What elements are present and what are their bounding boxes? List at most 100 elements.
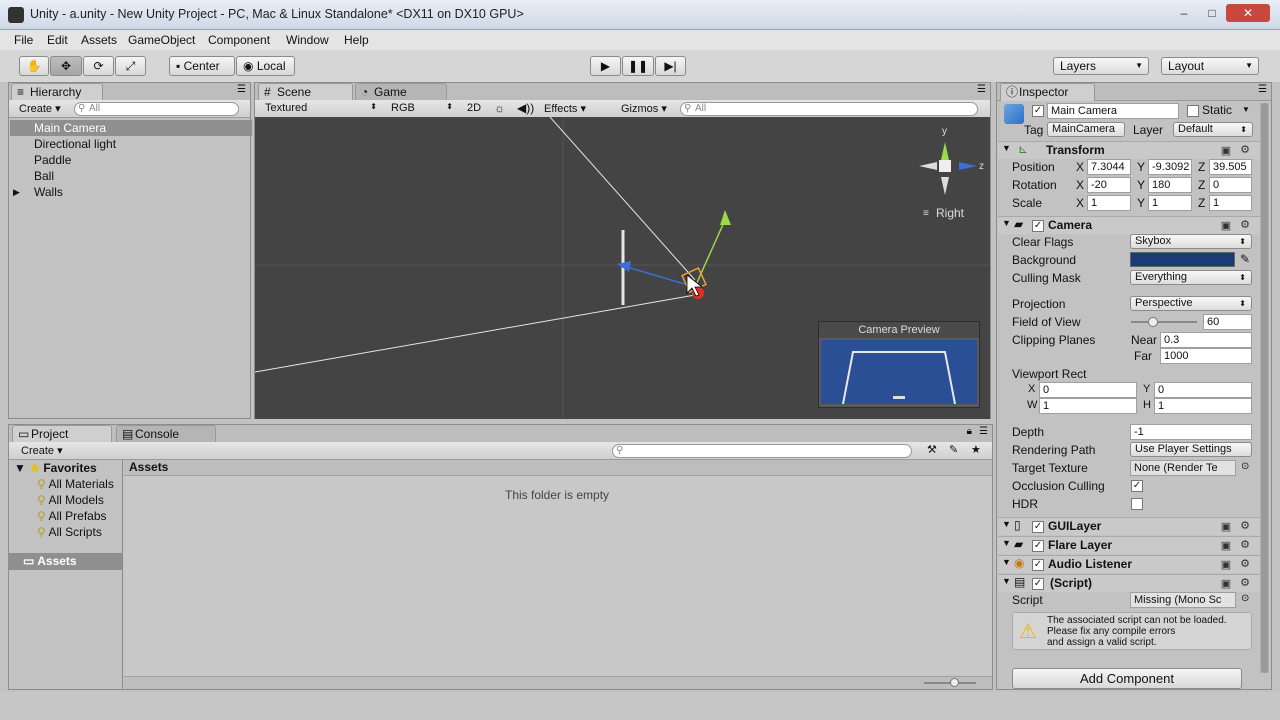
effects-dropdown[interactable]: Effects ▾ xyxy=(544,102,586,115)
flare-layer-header[interactable]: ▼ ▰ ✓ Flare Layer ▣ ⚙ xyxy=(998,536,1260,554)
filter-by-label-icon[interactable]: ✎ xyxy=(949,443,958,456)
menu-gameobject[interactable]: GameObject xyxy=(128,33,195,47)
hierarchy-item-paddle[interactable]: Paddle xyxy=(10,152,252,168)
gear-icon[interactable]: ⚙ xyxy=(1239,539,1251,551)
rendering-path-dropdown[interactable]: Use Player Settings xyxy=(1130,442,1252,457)
menu-assets[interactable]: Assets xyxy=(81,33,117,47)
background-color-swatch[interactable] xyxy=(1130,252,1235,267)
tab-project[interactable]: ▭ Project xyxy=(12,425,112,443)
far-field[interactable]: 1000 xyxy=(1160,348,1252,364)
color-mode-dropdown[interactable]: RGB ⬍ xyxy=(391,102,453,114)
pause-button[interactable]: ❚❚ xyxy=(622,56,654,76)
panel-menu-icon[interactable]: ☰ xyxy=(237,84,246,95)
position-z-field[interactable]: 39.505 xyxy=(1209,159,1252,175)
gizmos-dropdown[interactable]: Gizmos ▾ xyxy=(621,102,667,115)
camera-enabled-checkbox[interactable]: ✓ xyxy=(1032,220,1044,232)
audio-toggle-icon[interactable]: ◀)) xyxy=(517,101,534,115)
lock-icon[interactable]: 🔒︎ xyxy=(967,426,972,437)
scale-z-field[interactable]: 1 xyxy=(1209,195,1252,211)
occlusion-culling-checkbox[interactable]: ✓ xyxy=(1131,480,1143,492)
orientation-z-cone[interactable] xyxy=(959,162,977,170)
gear-icon[interactable]: ⚙ xyxy=(1239,219,1251,231)
expand-arrow-icon[interactable]: ▶ xyxy=(13,184,20,200)
tag-dropdown[interactable]: MainCamera xyxy=(1047,122,1125,137)
tab-scene[interactable]: # Scene xyxy=(258,83,353,101)
help-book-icon[interactable]: ▣ xyxy=(1220,578,1232,590)
menu-component[interactable]: Component xyxy=(208,33,270,47)
viewport-h-field[interactable]: 1 xyxy=(1154,398,1252,414)
position-x-field[interactable]: 7.3044 xyxy=(1087,159,1131,175)
menu-help[interactable]: Help xyxy=(344,33,369,47)
icon-size-slider-thumb[interactable] xyxy=(950,678,959,687)
draw-mode-dropdown[interactable]: Textured ⬍ xyxy=(265,102,377,114)
scene-search-input[interactable]: ⚲ All xyxy=(680,102,978,116)
target-texture-field[interactable]: None (Render Te xyxy=(1130,460,1236,476)
pivot-space-toggle[interactable]: ◉ Local xyxy=(236,56,295,76)
near-field[interactable]: 0.3 xyxy=(1160,332,1252,348)
object-picker-icon[interactable]: ⊙ xyxy=(1241,593,1249,604)
scale-y-field[interactable]: 1 xyxy=(1148,195,1192,211)
filter-by-type-icon[interactable]: ⚒ xyxy=(927,443,937,456)
gear-icon[interactable]: ⚙ xyxy=(1239,520,1251,532)
panel-menu-icon[interactable]: ☰ xyxy=(979,426,988,437)
projection-dropdown[interactable]: Perspective ⬍ xyxy=(1130,296,1252,311)
inspector-scrollbar[interactable] xyxy=(1260,103,1269,673)
minimize-button[interactable]: – xyxy=(1170,4,1198,22)
tab-inspector[interactable]: ⓘ Inspector xyxy=(1000,83,1095,101)
fov-field[interactable]: 60 xyxy=(1203,314,1252,330)
menu-file[interactable]: File xyxy=(14,33,33,47)
hierarchy-item-walls[interactable]: ▶ Walls xyxy=(10,184,252,200)
rotation-z-field[interactable]: 0 xyxy=(1209,177,1252,193)
rotation-y-field[interactable]: 180 xyxy=(1148,177,1192,193)
add-component-button[interactable]: Add Component xyxy=(1012,668,1242,689)
menu-window[interactable]: Window xyxy=(286,33,329,47)
menu-edit[interactable]: Edit xyxy=(47,33,68,47)
help-book-icon[interactable]: ▣ xyxy=(1220,220,1232,232)
rotate-tool-icon[interactable]: ⟳ xyxy=(83,56,114,76)
layout-dropdown[interactable]: Layout ▼ xyxy=(1161,57,1259,75)
help-book-icon[interactable]: ▣ xyxy=(1220,559,1232,571)
camera-header[interactable]: ▼ ▰ ✓ Camera ▣ ⚙ xyxy=(998,216,1260,234)
orientation-y-cone[interactable] xyxy=(941,142,949,160)
help-book-icon[interactable]: ▣ xyxy=(1220,145,1232,157)
close-button[interactable]: ✕ xyxy=(1226,4,1270,22)
culling-mask-dropdown[interactable]: Everything ⬍ xyxy=(1130,270,1252,285)
script-header[interactable]: ▼ ▤ ✓ (Script) ▣ ⚙ xyxy=(998,574,1260,592)
orientation-center-cube[interactable] xyxy=(939,160,951,172)
orientation-neg-y-cone[interactable] xyxy=(941,177,949,195)
viewport-w-field[interactable]: 1 xyxy=(1039,398,1137,414)
hand-tool-icon[interactable]: ✋ xyxy=(19,56,49,76)
favorite-star-icon[interactable]: ★ xyxy=(971,443,981,456)
fov-slider-track[interactable] xyxy=(1131,321,1197,323)
gear-icon[interactable]: ⚙ xyxy=(1239,558,1251,570)
rotation-x-field[interactable]: -20 xyxy=(1087,177,1131,193)
script-enabled-checkbox[interactable]: ✓ xyxy=(1032,578,1044,590)
scene-view[interactable]: y z ≡ Right Camera Preview xyxy=(255,117,990,419)
audio-listener-enabled-checkbox[interactable]: ✓ xyxy=(1032,559,1044,571)
maximize-button[interactable]: □ xyxy=(1198,4,1226,22)
hierarchy-item-ball[interactable]: Ball xyxy=(10,168,252,184)
pivot-center-toggle[interactable]: ▪ Center xyxy=(169,56,235,76)
gear-icon[interactable]: ⚙ xyxy=(1239,144,1251,156)
tab-game[interactable]: ◔ Game xyxy=(355,83,447,101)
favorite-all-models[interactable]: ⚲ All Models xyxy=(37,493,104,507)
scale-tool-icon[interactable]: ⤢ xyxy=(115,56,146,76)
help-book-icon[interactable]: ▣ xyxy=(1220,540,1232,552)
chevron-down-icon[interactable]: ▼ xyxy=(1242,105,1250,114)
favorites-header[interactable]: ▼ ★ Favorites xyxy=(14,461,97,475)
gizmo-y-arrow[interactable] xyxy=(720,210,731,225)
tab-console[interactable]: ▤ Console xyxy=(116,425,216,443)
depth-field[interactable]: -1 xyxy=(1130,424,1252,440)
guilayer-enabled-checkbox[interactable]: ✓ xyxy=(1032,521,1044,533)
viewport-y-field[interactable]: 0 xyxy=(1154,382,1252,398)
lighting-toggle-icon[interactable]: ☼ xyxy=(494,101,505,115)
panel-menu-icon[interactable]: ☰ xyxy=(977,84,986,95)
move-tool-icon[interactable]: ✥ xyxy=(50,56,82,76)
layers-dropdown[interactable]: Layers ▼ xyxy=(1053,57,1149,75)
tab-hierarchy[interactable]: ≡ Hierarchy xyxy=(11,83,103,101)
play-button[interactable]: ▶ xyxy=(590,56,621,76)
layer-dropdown[interactable]: Default ⬍ xyxy=(1173,122,1253,137)
project-search-input[interactable]: ⚲ xyxy=(612,444,912,458)
scrollbar-thumb[interactable] xyxy=(1261,103,1268,673)
orientation-view-label[interactable]: Right xyxy=(936,206,965,220)
